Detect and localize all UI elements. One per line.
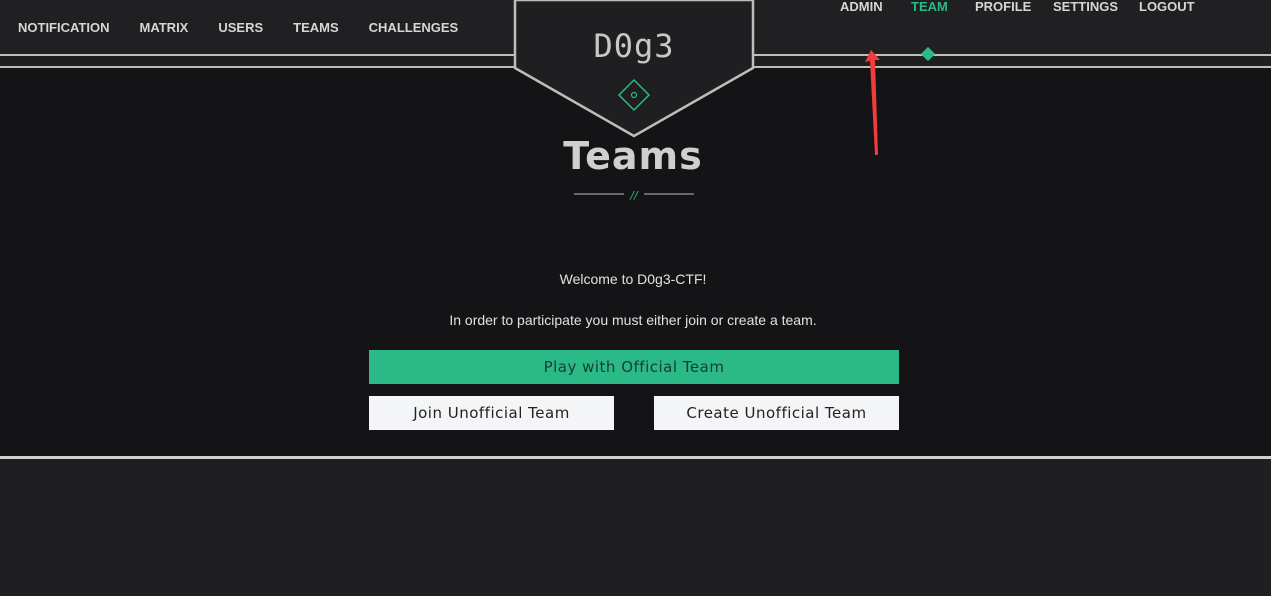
- nav-settings[interactable]: Settings: [1053, 0, 1118, 14]
- nav-left-group: Notification Matrix Users Teams Challeng…: [18, 0, 488, 56]
- nav-challenges[interactable]: Challenges: [369, 20, 459, 35]
- nav-team[interactable]: Team: [911, 0, 948, 14]
- nav-teams[interactable]: Teams: [293, 20, 339, 35]
- nav-users[interactable]: Users: [218, 20, 263, 35]
- nav-profile[interactable]: Profile: [975, 0, 1031, 14]
- logo-badge: [513, 0, 755, 138]
- annotation-arrow-icon: [865, 50, 880, 155]
- nav-admin[interactable]: Admin: [840, 0, 883, 14]
- create-unofficial-team-button[interactable]: Create Unofficial Team: [654, 396, 899, 430]
- welcome-text: Welcome to D0g3-CTF!: [559, 271, 707, 287]
- page-title: Teams: [563, 134, 703, 178]
- instructions-text: In order to participate you must either …: [449, 312, 817, 328]
- nav-notification[interactable]: Notification: [18, 20, 109, 35]
- divider-glyph: //: [629, 189, 639, 202]
- logo-text[interactable]: D0g3: [513, 27, 755, 65]
- nav-right-group: Admin Team Profile Settings Logout: [831, 0, 1271, 56]
- join-unofficial-team-button[interactable]: Join Unofficial Team: [369, 396, 614, 430]
- title-divider: //: [574, 189, 694, 202]
- nav-matrix[interactable]: Matrix: [139, 20, 188, 35]
- nav-logout[interactable]: Logout: [1139, 0, 1195, 14]
- play-official-team-button[interactable]: Play with Official Team: [369, 350, 899, 384]
